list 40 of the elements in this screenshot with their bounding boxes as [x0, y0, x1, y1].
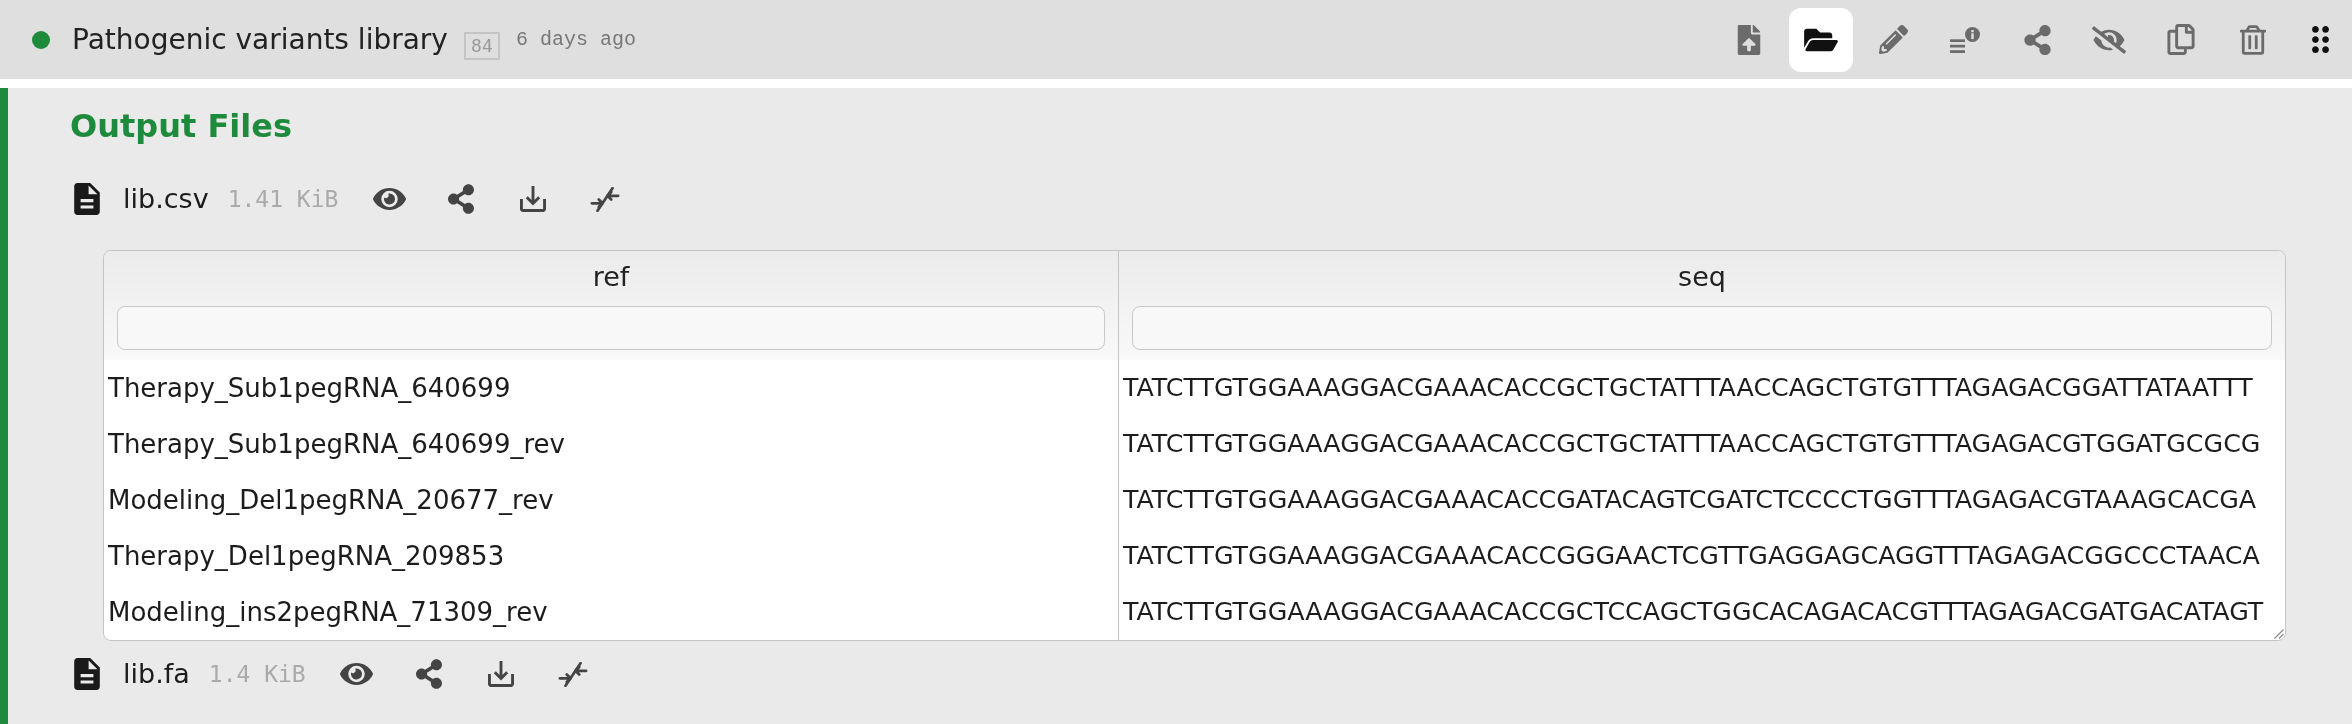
file-upload-icon [1737, 24, 1761, 55]
table-cell: Therapy_Sub1pegRNA_640699 [108, 373, 511, 403]
copy-icon [2167, 24, 2195, 55]
column-header[interactable]: seq [1678, 260, 1726, 294]
dataset-title[interactable]: Pathogenic variants library [72, 21, 448, 58]
file-name[interactable]: lib.csv [123, 182, 209, 216]
eye-slash-icon [2092, 25, 2126, 54]
column-header[interactable]: ref [592, 260, 630, 294]
table-cell: TATCTTGTGGAAAGGACGAAACACCGCTCCAGCTGGCACAGACACGTTTAGAGACGATGACATAGT [1123, 597, 2264, 627]
share-icon [2023, 24, 2051, 55]
table-cell: TATCTTGTGGAAAGGACGAAACACCGCTGCTATTTAACCAGCTGTGTTTAGAGACGGATTATAATTT [1123, 373, 2253, 403]
download-icon[interactable] [520, 186, 547, 212]
converging-arrows-icon[interactable] [590, 186, 621, 212]
table-cell: TATCTTGTGGAAAGGACGAAACACCGGGAACTCGTTGAGGAGCAGGTTTAGAGACGGCCCTAACA [1123, 541, 2260, 571]
table-cell: TATCTTGTGGAAAGGACGAAACACCGCTGCTATTTAACCAGCTGTGTTTAGAGACGTGGATGCGCG [1123, 429, 2261, 459]
table-cell: TATCTTGTGGAAAGGACGAAACACCGATACAGTCGATCTCCCCTGGTTTAGAGACGTAAAGCACGA [1123, 485, 2257, 515]
file-size: 1.4 KiB [208, 660, 306, 689]
file-icon [74, 183, 100, 215]
table-cell: Modeling_Del1pegRNA_20677_rev [108, 485, 554, 515]
table-cell: Modeling_ins2pegRNA_71309_rev [108, 597, 548, 627]
folder-button[interactable] [1789, 7, 1853, 72]
table-cell: Therapy_Sub1pegRNA_640699_rev [108, 429, 565, 459]
filter-field[interactable] [1132, 306, 2272, 350]
dataset-number: 84 [463, 31, 500, 60]
table-cell: Therapy_Del1pegRNA_209853 [108, 541, 505, 571]
filter-field[interactable] [117, 306, 1105, 350]
timestamp: 6 days ago [515, 26, 636, 53]
trash-icon [2240, 24, 2266, 55]
file-icon [74, 658, 100, 690]
drag-handle-icon[interactable] [2311, 26, 2329, 53]
file-size: 1.41 KiB [227, 185, 339, 214]
share-icon[interactable] [415, 659, 442, 689]
pencil-icon [1878, 25, 1908, 54]
share-icon[interactable] [448, 184, 475, 214]
converging-arrows-icon[interactable] [557, 661, 588, 687]
resize-handle-icon[interactable] [2274, 629, 2284, 639]
info-list-icon [1950, 26, 1980, 53]
download-icon[interactable] [487, 661, 514, 687]
file-name[interactable]: lib.fa [123, 657, 190, 691]
section-heading: Output Files [70, 106, 293, 145]
